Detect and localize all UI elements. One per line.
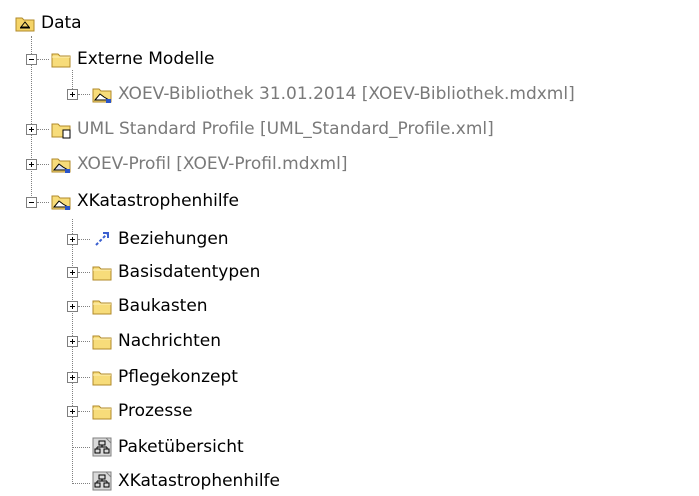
shared-package-icon — [51, 195, 71, 210]
tree-line — [78, 341, 90, 342]
folder-icon — [92, 335, 112, 350]
containment-tree: Data Externe Modelle XOEV-Bibliothek 31.… — [0, 0, 699, 496]
package-diagram-icon — [92, 471, 112, 491]
tree-line — [37, 202, 49, 203]
expand-toggle[interactable] — [67, 301, 78, 312]
tree-node-nachrichten[interactable]: Nachrichten — [92, 326, 221, 356]
tree-line — [72, 483, 90, 484]
tree-line — [78, 239, 90, 240]
node-label: Beziehungen — [118, 229, 229, 249]
tree-node-beziehungen[interactable]: Beziehungen — [92, 224, 229, 254]
profile-package-icon — [51, 123, 71, 139]
tree-node-prozesse[interactable]: Prozesse — [92, 396, 193, 426]
relation-icon — [95, 232, 109, 246]
tree-node-xoev-bibliothek[interactable]: XOEV-Bibliothek 31.01.2014 [XOEV-Bibliot… — [92, 79, 575, 109]
collapse-toggle[interactable] — [26, 197, 37, 208]
expand-toggle[interactable] — [67, 267, 78, 278]
tree-node-externe-modelle[interactable]: Externe Modelle — [51, 44, 214, 74]
tree-node-xkatastrophenhilfe-diagram[interactable]: XKatastrophenhilfe — [92, 466, 280, 496]
tree-node-data[interactable]: Data — [15, 8, 82, 38]
tree-line — [78, 94, 90, 95]
tree-line — [78, 377, 90, 378]
shared-package-icon — [51, 158, 71, 173]
tree-line — [78, 411, 90, 412]
node-label: Externe Modelle — [77, 49, 215, 69]
node-label: Nachrichten — [118, 331, 221, 351]
node-label: UML Standard Profile [UML_Standard_Profi… — [77, 119, 494, 139]
collapse-toggle[interactable] — [26, 54, 37, 65]
node-label: XOEV-Profil [XOEV-Profil.mdxml] — [77, 154, 348, 174]
tree-node-xkatastrophenhilfe[interactable]: XKatastrophenhilfe — [51, 186, 239, 216]
node-label: Prozesse — [118, 401, 193, 421]
node-label: Basisdatentypen — [118, 262, 261, 282]
tree-line — [72, 219, 73, 484]
expand-toggle[interactable] — [67, 89, 78, 100]
node-label: Data — [41, 13, 82, 33]
tree-line — [78, 272, 90, 273]
node-label: XOEV-Bibliothek 31.01.2014 [XOEV-Bibliot… — [118, 84, 575, 104]
folder-icon — [51, 53, 71, 68]
tree-node-uml-standard-profile[interactable]: UML Standard Profile [UML_Standard_Profi… — [51, 114, 494, 144]
tree-node-xoev-profil[interactable]: XOEV-Profil [XOEV-Profil.mdxml] — [51, 149, 347, 179]
expand-toggle[interactable] — [67, 336, 78, 347]
node-label: Baukasten — [118, 296, 208, 316]
package-folder-icon — [15, 17, 35, 32]
folder-icon — [92, 300, 112, 315]
tree-node-pflegekonzept[interactable]: Pflegekonzept — [92, 362, 238, 392]
folder-icon — [92, 405, 112, 420]
shared-package-icon — [92, 88, 112, 103]
tree-node-baukasten[interactable]: Baukasten — [92, 291, 208, 321]
package-diagram-icon — [92, 437, 112, 457]
tree-line — [72, 447, 90, 448]
folder-icon — [92, 371, 112, 386]
tree-node-basisdatentypen[interactable]: Basisdatentypen — [92, 257, 260, 287]
node-label: XKatastrophenhilfe — [77, 191, 239, 211]
node-label: XKatastrophenhilfe — [118, 471, 280, 491]
tree-line — [78, 306, 90, 307]
expand-toggle[interactable] — [67, 234, 78, 245]
tree-line — [37, 129, 49, 130]
folder-icon — [92, 266, 112, 281]
expand-toggle[interactable] — [26, 159, 37, 170]
expand-toggle[interactable] — [67, 406, 78, 417]
tree-node-paketuebersicht[interactable]: Paketübersicht — [92, 432, 244, 462]
node-label: Pflegekonzept — [118, 367, 238, 387]
expand-toggle[interactable] — [67, 372, 78, 383]
node-label: Paketübersicht — [118, 437, 244, 457]
tree-line — [37, 164, 49, 165]
tree-line — [37, 59, 49, 60]
expand-toggle[interactable] — [26, 124, 37, 135]
